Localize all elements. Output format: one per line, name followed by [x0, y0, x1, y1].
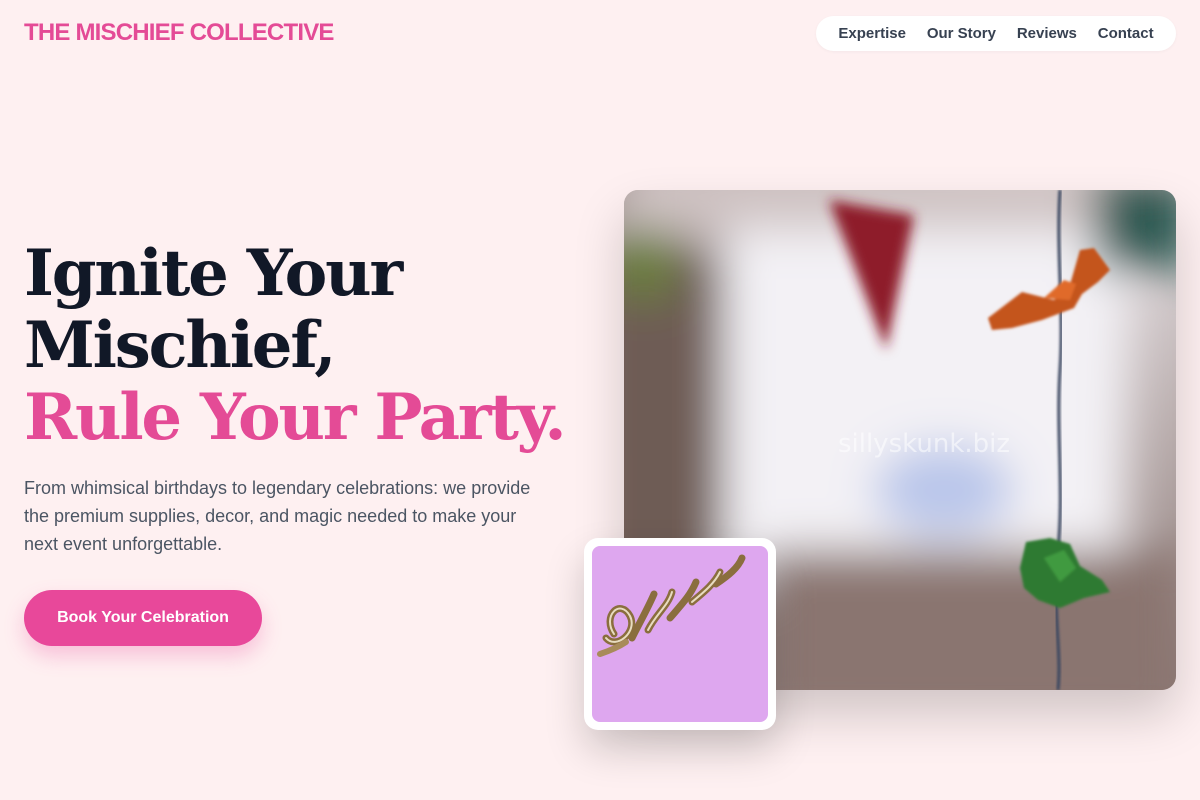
book-celebration-button[interactable]: Book Your Celebration [24, 590, 262, 646]
cheers-balloon-photo [584, 538, 776, 730]
nav-item-contact[interactable]: Contact [1098, 25, 1154, 42]
nav-item-expertise[interactable]: Expertise [838, 25, 906, 42]
headline-line-2: Mischief, [24, 308, 337, 383]
main-nav: Expertise Our Story Reviews Contact [816, 16, 1176, 51]
brand-logo[interactable]: THE MISCHIEF COLLECTIVE [24, 19, 334, 47]
hero-description: From whimsical birthdays to legendary ce… [24, 478, 531, 554]
photo-watermark: sillyskunk.biz [838, 429, 1010, 459]
headline-accent: Rule Your Party. [24, 380, 567, 455]
nav-item-reviews[interactable]: Reviews [1017, 25, 1077, 42]
landing-page: THE MISCHIEF COLLECTIVE Expertise Our St… [0, 0, 1200, 800]
nav-item-our-story[interactable]: Our Story [927, 25, 996, 42]
hero-headline: Ignite Your Mischief, Rule Your Party. [24, 236, 567, 455]
headline-line-1: Ignite Your [24, 236, 403, 311]
